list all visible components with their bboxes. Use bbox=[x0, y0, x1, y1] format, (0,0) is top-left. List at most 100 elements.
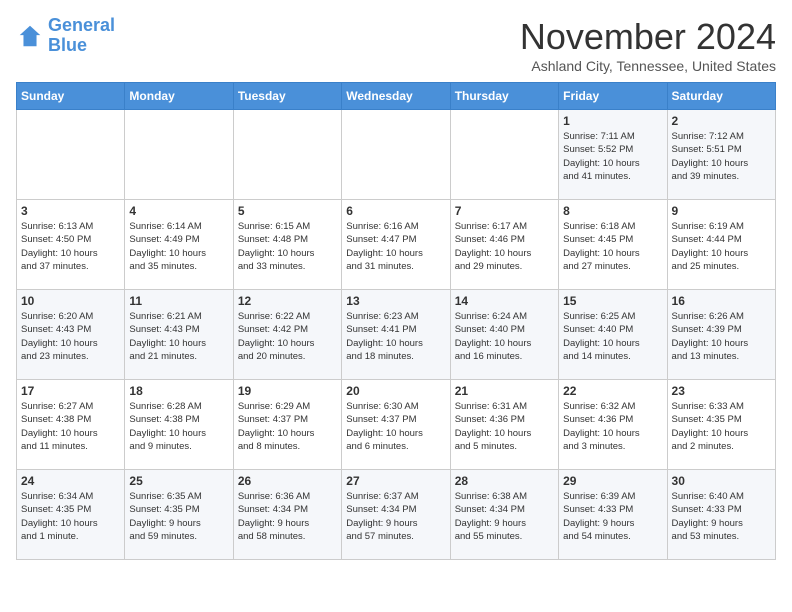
day-number: 25 bbox=[129, 474, 228, 488]
calendar-cell bbox=[17, 110, 125, 200]
day-number: 24 bbox=[21, 474, 120, 488]
day-info: Sunrise: 6:16 AM Sunset: 4:47 PM Dayligh… bbox=[346, 220, 445, 273]
week-row-3: 17 Sunrise: 6:27 AM Sunset: 4:38 PM Dayli… bbox=[17, 380, 776, 470]
day-info: Sunrise: 6:31 AM Sunset: 4:36 PM Dayligh… bbox=[455, 400, 554, 453]
day-number: 15 bbox=[563, 294, 662, 308]
day-info: Sunrise: 6:26 AM Sunset: 4:39 PM Dayligh… bbox=[672, 310, 771, 363]
day-number: 14 bbox=[455, 294, 554, 308]
calendar-cell bbox=[450, 110, 558, 200]
calendar-cell: 13Sunrise: 6:23 AM Sunset: 4:41 PM Dayli… bbox=[342, 290, 450, 380]
calendar-cell: 26 Sunrise: 6:36 AM Sunset: 4:34 PM Dayli… bbox=[233, 470, 341, 560]
day-number: 9 bbox=[672, 204, 771, 218]
calendar-cell: 9 Sunrise: 6:19 AM Sunset: 4:44 PM Daylig… bbox=[667, 200, 775, 290]
day-number: 6 bbox=[346, 204, 445, 218]
day-number: 18 bbox=[129, 384, 228, 398]
day-number: 27 bbox=[346, 474, 445, 488]
calendar-cell: 15 Sunrise: 6:25 AM Sunset: 4:40 PM Dayli… bbox=[559, 290, 667, 380]
day-info: Sunrise: 7:11 AM Sunset: 5:52 PM Dayligh… bbox=[563, 130, 662, 183]
day-info: Sunrise: 6:29 AM Sunset: 4:37 PM Dayligh… bbox=[238, 400, 337, 453]
calendar-cell: 7 Sunrise: 6:17 AM Sunset: 4:46 PM Daylig… bbox=[450, 200, 558, 290]
calendar-cell: 17 Sunrise: 6:27 AM Sunset: 4:38 PM Dayli… bbox=[17, 380, 125, 470]
title-area: November 2024 Ashland City, Tennessee, U… bbox=[520, 16, 776, 74]
header-thursday: Thursday bbox=[450, 83, 558, 110]
day-number: 26 bbox=[238, 474, 337, 488]
header-tuesday: Tuesday bbox=[233, 83, 341, 110]
calendar-cell: 29 Sunrise: 6:39 AM Sunset: 4:33 PM Dayli… bbox=[559, 470, 667, 560]
day-info: Sunrise: 6:27 AM Sunset: 4:38 PM Dayligh… bbox=[21, 400, 120, 453]
calendar-cell: 18 Sunrise: 6:28 AM Sunset: 4:38 PM Dayli… bbox=[125, 380, 233, 470]
calendar-cell: 5 Sunrise: 6:15 AM Sunset: 4:48 PM Daylig… bbox=[233, 200, 341, 290]
day-info: Sunrise: 6:15 AM Sunset: 4:48 PM Dayligh… bbox=[238, 220, 337, 273]
day-number: 4 bbox=[129, 204, 228, 218]
day-number: 3 bbox=[21, 204, 120, 218]
logo-line1: General bbox=[48, 15, 115, 35]
calendar-cell: 25 Sunrise: 6:35 AM Sunset: 4:35 PM Dayli… bbox=[125, 470, 233, 560]
day-number: 1 bbox=[563, 114, 662, 128]
calendar-cell: 22 Sunrise: 6:32 AM Sunset: 4:36 PM Dayli… bbox=[559, 380, 667, 470]
calendar-cell: 30 Sunrise: 6:40 AM Sunset: 4:33 PM Dayli… bbox=[667, 470, 775, 560]
day-number: 17 bbox=[21, 384, 120, 398]
week-row-4: 24 Sunrise: 6:34 AM Sunset: 4:35 PM Dayli… bbox=[17, 470, 776, 560]
calendar-table: SundayMondayTuesdayWednesdayThursdayFrid… bbox=[16, 82, 776, 560]
day-number: 30 bbox=[672, 474, 771, 488]
header-saturday: Saturday bbox=[667, 83, 775, 110]
day-info: Sunrise: 6:34 AM Sunset: 4:35 PM Dayligh… bbox=[21, 490, 120, 543]
calendar-cell: 27 Sunrise: 6:37 AM Sunset: 4:34 PM Dayli… bbox=[342, 470, 450, 560]
calendar-cell: 2Sunrise: 7:12 AM Sunset: 5:51 PM Daylig… bbox=[667, 110, 775, 200]
day-info: Sunrise: 6:40 AM Sunset: 4:33 PM Dayligh… bbox=[672, 490, 771, 543]
header-sunday: Sunday bbox=[17, 83, 125, 110]
calendar-header-row: SundayMondayTuesdayWednesdayThursdayFrid… bbox=[17, 83, 776, 110]
day-number: 22 bbox=[563, 384, 662, 398]
day-info: Sunrise: 6:19 AM Sunset: 4:44 PM Dayligh… bbox=[672, 220, 771, 273]
calendar-cell: 20Sunrise: 6:30 AM Sunset: 4:37 PM Dayli… bbox=[342, 380, 450, 470]
calendar-cell: 11 Sunrise: 6:21 AM Sunset: 4:43 PM Dayli… bbox=[125, 290, 233, 380]
day-number: 20 bbox=[346, 384, 445, 398]
day-number: 7 bbox=[455, 204, 554, 218]
day-info: Sunrise: 6:21 AM Sunset: 4:43 PM Dayligh… bbox=[129, 310, 228, 363]
day-info: Sunrise: 6:13 AM Sunset: 4:50 PM Dayligh… bbox=[21, 220, 120, 273]
calendar-cell: 28Sunrise: 6:38 AM Sunset: 4:34 PM Dayli… bbox=[450, 470, 558, 560]
day-info: Sunrise: 6:35 AM Sunset: 4:35 PM Dayligh… bbox=[129, 490, 228, 543]
calendar-cell bbox=[233, 110, 341, 200]
logo-icon bbox=[16, 22, 44, 50]
day-number: 16 bbox=[672, 294, 771, 308]
day-info: Sunrise: 6:37 AM Sunset: 4:34 PM Dayligh… bbox=[346, 490, 445, 543]
week-row-0: 1 Sunrise: 7:11 AM Sunset: 5:52 PM Daylig… bbox=[17, 110, 776, 200]
calendar-cell: 8Sunrise: 6:18 AM Sunset: 4:45 PM Daylig… bbox=[559, 200, 667, 290]
day-number: 11 bbox=[129, 294, 228, 308]
day-info: Sunrise: 6:39 AM Sunset: 4:33 PM Dayligh… bbox=[563, 490, 662, 543]
logo-line2: Blue bbox=[48, 35, 87, 55]
header-wednesday: Wednesday bbox=[342, 83, 450, 110]
day-info: Sunrise: 6:17 AM Sunset: 4:46 PM Dayligh… bbox=[455, 220, 554, 273]
day-info: Sunrise: 6:14 AM Sunset: 4:49 PM Dayligh… bbox=[129, 220, 228, 273]
day-info: Sunrise: 6:23 AM Sunset: 4:41 PM Dayligh… bbox=[346, 310, 445, 363]
day-number: 10 bbox=[21, 294, 120, 308]
calendar-cell: 24 Sunrise: 6:34 AM Sunset: 4:35 PM Dayli… bbox=[17, 470, 125, 560]
day-info: Sunrise: 6:18 AM Sunset: 4:45 PM Dayligh… bbox=[563, 220, 662, 273]
day-info: Sunrise: 6:25 AM Sunset: 4:40 PM Dayligh… bbox=[563, 310, 662, 363]
week-row-2: 10Sunrise: 6:20 AM Sunset: 4:43 PM Dayli… bbox=[17, 290, 776, 380]
month-title: November 2024 bbox=[520, 16, 776, 58]
calendar-cell: 23Sunrise: 6:33 AM Sunset: 4:35 PM Dayli… bbox=[667, 380, 775, 470]
calendar-cell: 4 Sunrise: 6:14 AM Sunset: 4:49 PM Daylig… bbox=[125, 200, 233, 290]
header: General Blue November 2024 Ashland City,… bbox=[16, 16, 776, 74]
day-info: Sunrise: 6:22 AM Sunset: 4:42 PM Dayligh… bbox=[238, 310, 337, 363]
calendar-cell: 1 Sunrise: 7:11 AM Sunset: 5:52 PM Daylig… bbox=[559, 110, 667, 200]
day-info: Sunrise: 6:28 AM Sunset: 4:38 PM Dayligh… bbox=[129, 400, 228, 453]
day-number: 5 bbox=[238, 204, 337, 218]
logo: General Blue bbox=[16, 16, 115, 56]
header-monday: Monday bbox=[125, 83, 233, 110]
calendar-cell: 3 Sunrise: 6:13 AM Sunset: 4:50 PM Daylig… bbox=[17, 200, 125, 290]
day-info: Sunrise: 6:36 AM Sunset: 4:34 PM Dayligh… bbox=[238, 490, 337, 543]
calendar-cell bbox=[342, 110, 450, 200]
day-info: Sunrise: 7:12 AM Sunset: 5:51 PM Dayligh… bbox=[672, 130, 771, 183]
week-row-1: 3 Sunrise: 6:13 AM Sunset: 4:50 PM Daylig… bbox=[17, 200, 776, 290]
day-number: 21 bbox=[455, 384, 554, 398]
calendar-cell: 19Sunrise: 6:29 AM Sunset: 4:37 PM Dayli… bbox=[233, 380, 341, 470]
day-number: 28 bbox=[455, 474, 554, 488]
day-info: Sunrise: 6:32 AM Sunset: 4:36 PM Dayligh… bbox=[563, 400, 662, 453]
day-info: Sunrise: 6:33 AM Sunset: 4:35 PM Dayligh… bbox=[672, 400, 771, 453]
day-number: 29 bbox=[563, 474, 662, 488]
calendar-cell: 6 Sunrise: 6:16 AM Sunset: 4:47 PM Daylig… bbox=[342, 200, 450, 290]
logo-text: General Blue bbox=[48, 16, 115, 56]
